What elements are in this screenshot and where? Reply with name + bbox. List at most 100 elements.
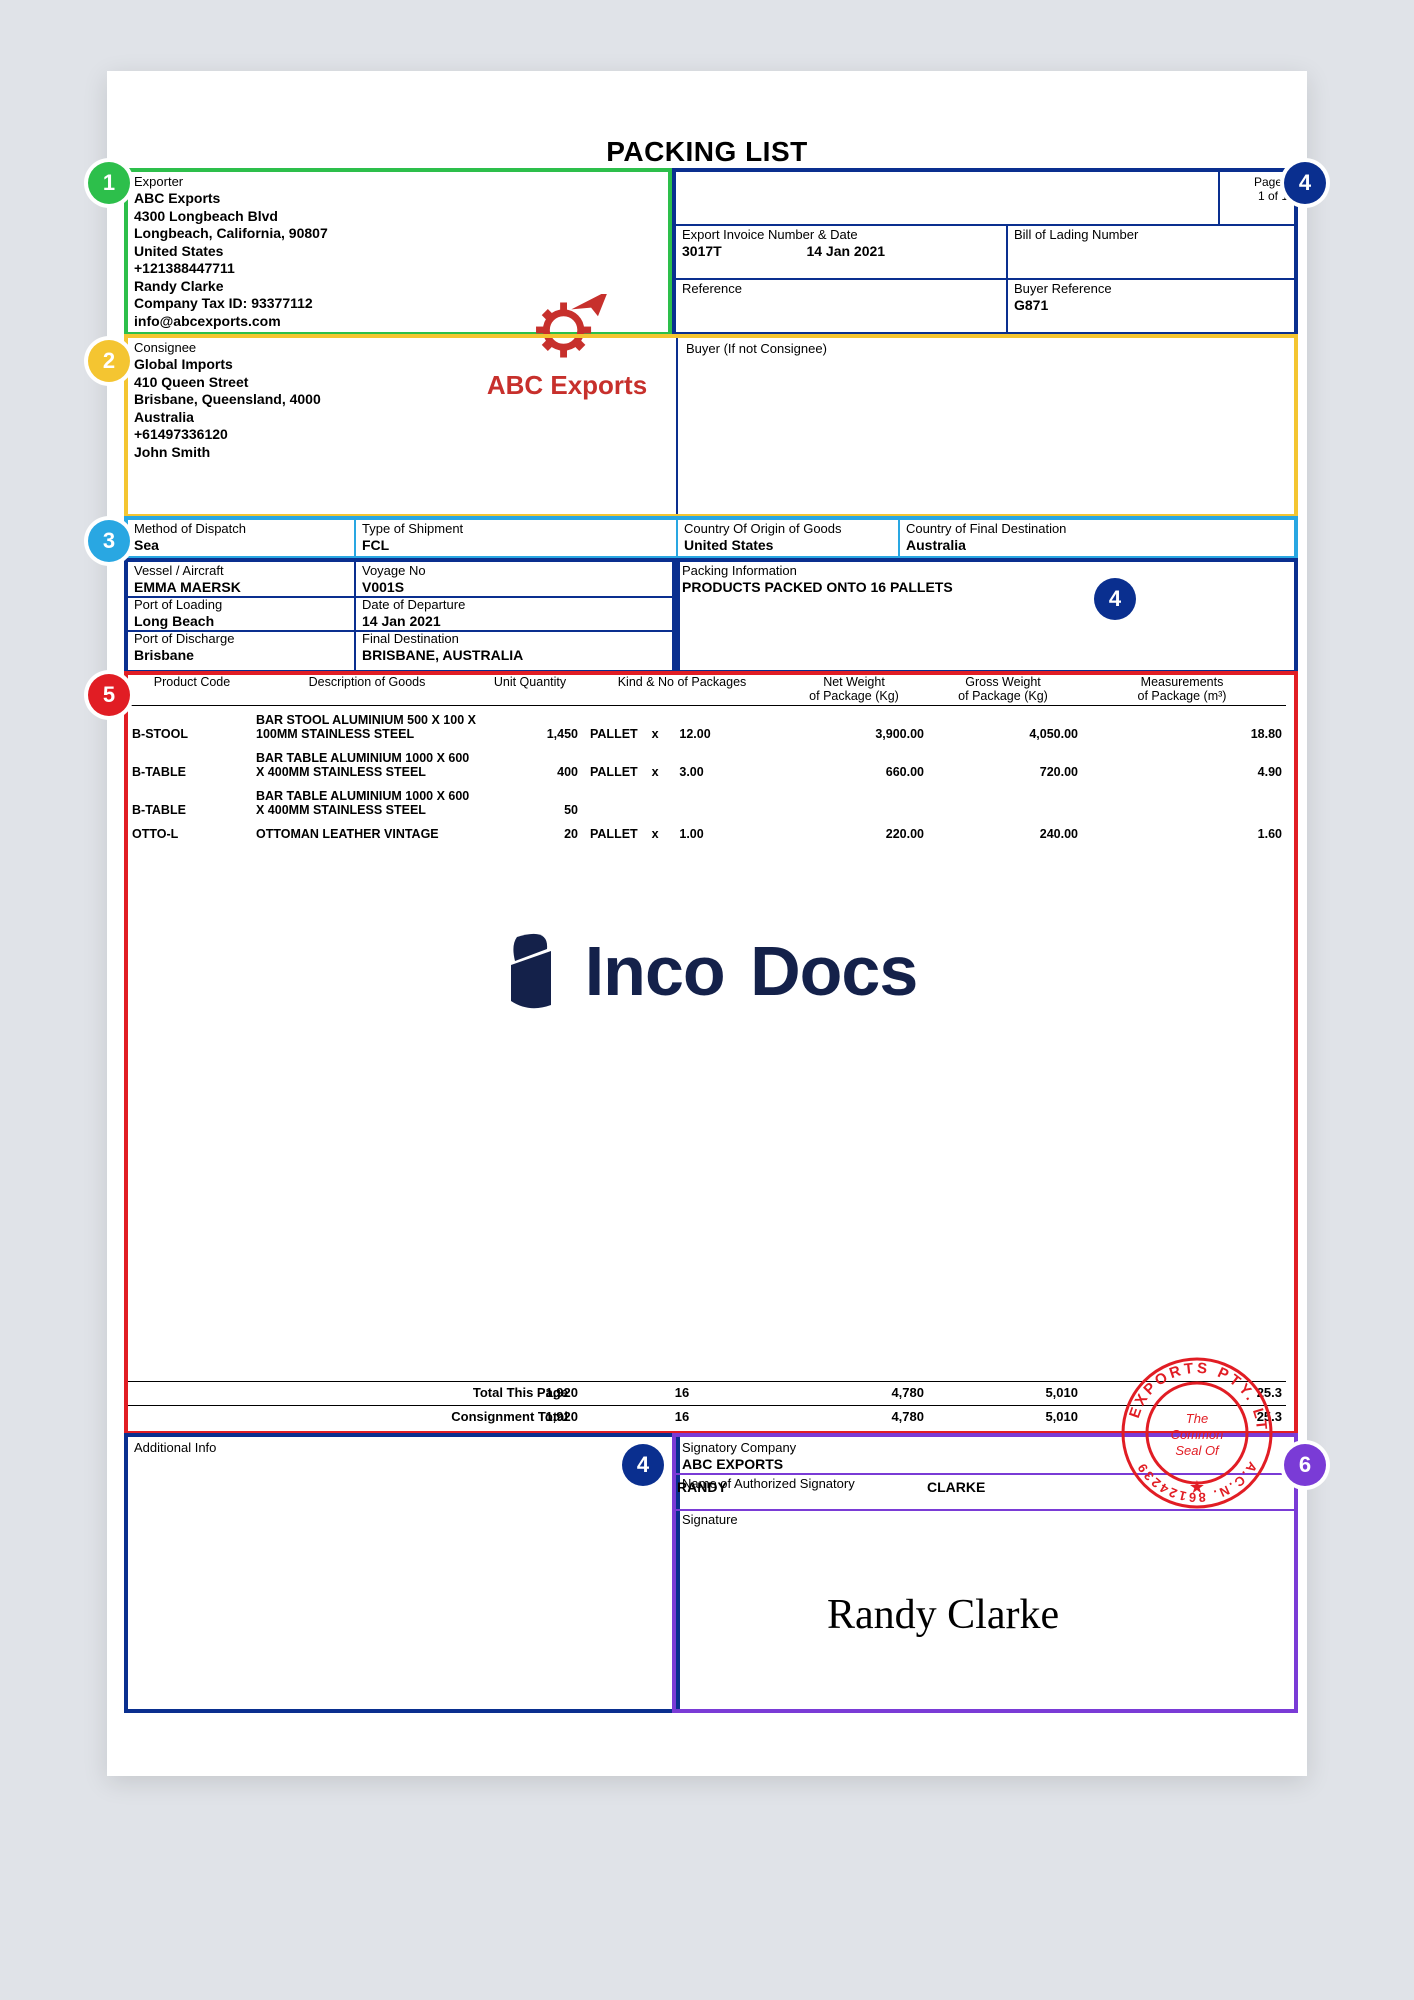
consignee-label: Consignee xyxy=(134,340,321,356)
total-cons-net: 4,780 xyxy=(784,1409,924,1424)
bill-of-lading-label: Bill of Lading Number xyxy=(1014,227,1138,242)
pages-value: 1 of 1 xyxy=(1226,189,1288,203)
invoice-no-label: Export Invoice Number & Date xyxy=(682,227,1000,242)
port-loading-label: Port of Loading xyxy=(134,597,348,612)
watermark-text-1: Inco xyxy=(585,932,725,1010)
incodocs-logo-icon xyxy=(497,931,567,1011)
port-discharge-value: Brisbane xyxy=(134,647,348,663)
packing-info-value: PRODUCTS PACKED ONTO 16 PALLETS xyxy=(682,579,953,595)
invoice-date-value: 14 Jan 2021 xyxy=(806,243,885,259)
additional-info-section: Additional Info xyxy=(124,1433,680,1713)
col-code: Product Code xyxy=(132,676,252,690)
seal-line3: Seal Of xyxy=(1175,1443,1220,1458)
pages-box: Pages 1 of 1 xyxy=(1218,172,1294,224)
exporter-country: United States xyxy=(134,243,328,261)
exporter-phone: +121388447711 xyxy=(134,260,328,278)
signature-script: Randy Clarke xyxy=(827,1591,1059,1639)
badge-4a: 4 xyxy=(1284,162,1326,204)
port-loading-value: Long Beach xyxy=(134,613,348,629)
voyage-section: Vessel / AircraftEMMA MAERSK Voyage NoV0… xyxy=(124,558,680,674)
total-page-packages: 16 xyxy=(584,1385,780,1400)
method-dispatch-value: Sea xyxy=(134,537,348,553)
country-origin-label: Country Of Origin of Goods xyxy=(684,521,890,536)
packing-info-section: Packing InformationPRODUCTS PACKED ONTO … xyxy=(672,558,1298,674)
type-shipment-label: Type of Shipment xyxy=(362,521,668,536)
table-row: B-TABLEBAR TABLE ALUMINIUM 1000 X 600 X … xyxy=(128,749,1286,785)
country-dest-value: Australia xyxy=(906,537,1066,553)
col-net: Net Weightof Package (Kg) xyxy=(784,676,924,704)
total-consignment-row: Consignment Total 1,920 16 4,780 5,010 2… xyxy=(128,1405,1286,1430)
pages-label: Pages xyxy=(1226,175,1288,189)
voyage-no-label: Voyage No xyxy=(362,563,426,578)
consignee-country: Australia xyxy=(134,409,321,427)
exporter-name: ABC Exports xyxy=(134,190,328,208)
sig-company-value: ABC EXPORTS xyxy=(682,1456,796,1472)
svg-text:★: ★ xyxy=(1189,1477,1205,1497)
final-dest-value: BRISBANE, AUSTRALIA xyxy=(362,647,523,663)
buyer-reference-value: G871 xyxy=(1014,297,1112,313)
total-page-gross: 5,010 xyxy=(928,1385,1078,1400)
badge-1: 1 xyxy=(88,162,130,204)
additional-info-label: Additional Info xyxy=(134,1440,216,1455)
country-origin-value: United States xyxy=(684,537,890,553)
company-seal: BC EXPORTS PTY. LTD. A.C.N. 86124239 The… xyxy=(1117,1353,1277,1513)
consignee-buyer-section: Consignee Global Imports 410 Queen Stree… xyxy=(124,334,1298,518)
exporter-section: Exporter ABC Exports 4300 Longbeach Blvd… xyxy=(124,168,672,336)
col-gross: Gross Weightof Package (Kg) xyxy=(928,676,1078,704)
consignee-phone: +61497336120 xyxy=(134,426,321,444)
country-dest-label: Country of Final Destination xyxy=(906,521,1066,536)
consignee-block: Consignee Global Imports 410 Queen Stree… xyxy=(134,340,321,461)
exporter-block: Exporter ABC Exports 4300 Longbeach Blvd… xyxy=(134,174,328,330)
sig-lastname: CLARKE xyxy=(927,1479,1047,1495)
method-dispatch-label: Method of Dispatch xyxy=(134,521,348,536)
exporter-label: Exporter xyxy=(134,174,328,190)
sig-company-label: Signatory Company xyxy=(682,1440,796,1455)
exporter-email: info@abcexports.com xyxy=(134,313,328,331)
reference-label: Reference xyxy=(682,281,1000,296)
final-dest-label: Final Destination xyxy=(362,631,523,646)
total-cons-gross: 5,010 xyxy=(928,1409,1078,1424)
consignee-name: Global Imports xyxy=(134,356,321,374)
col-desc: Description of Goods xyxy=(256,676,478,690)
consignee-addr1: 410 Queen Street xyxy=(134,374,321,392)
date-departure-value: 14 Jan 2021 xyxy=(362,613,465,629)
badge-3: 3 xyxy=(88,520,130,562)
exporter-taxid: Company Tax ID: 93377112 xyxy=(134,295,328,313)
exporter-contact: Randy Clarke xyxy=(134,278,328,296)
sig-signature-label: Signature xyxy=(682,1512,738,1527)
buyer-label: Buyer (If not Consignee) xyxy=(686,341,827,356)
consignee-addr2: Brisbane, Queensland, 4000 xyxy=(134,391,321,409)
invoice-meta-section: Pages 1 of 1 Export Invoice Number & Dat… xyxy=(672,168,1298,336)
page-title: PACKING LIST xyxy=(107,136,1307,168)
col-meas: Measurementsof Package (m³) xyxy=(1082,676,1282,704)
seal-line2: Common xyxy=(1171,1427,1224,1442)
items-header: Product Code Description of Goods Unit Q… xyxy=(128,675,1286,706)
table-row: B-STOOLBAR STOOL ALUMINIUM 500 X 100 X 1… xyxy=(128,711,1286,747)
table-row: OTTO-LOTTOMAN LEATHER VINTAGE20PALLET x … xyxy=(128,825,1286,861)
badge-6: 6 xyxy=(1284,1444,1326,1486)
invoice-no-value: 3017T xyxy=(682,243,802,259)
col-qty: Unit Quantity xyxy=(482,676,578,690)
port-discharge-label: Port of Discharge xyxy=(134,631,348,646)
watermark: Inco Docs xyxy=(107,931,1307,1016)
badge-4c: 4 xyxy=(622,1444,664,1486)
type-shipment-value: FCL xyxy=(362,537,668,553)
sig-firstname: RANDY xyxy=(677,1479,777,1495)
total-page-qty: 1,920 xyxy=(482,1385,578,1400)
total-page-net: 4,780 xyxy=(784,1385,924,1400)
total-cons-packages: 16 xyxy=(584,1409,780,1424)
badge-4b: 4 xyxy=(1094,578,1136,620)
voyage-no-value: V001S xyxy=(362,579,426,595)
packing-info-label: Packing Information xyxy=(682,563,953,578)
total-page-row: Total This Page 1,920 16 4,780 5,010 25.… xyxy=(128,1381,1286,1406)
total-cons-qty: 1,920 xyxy=(482,1409,578,1424)
col-kind: Kind & No of Packages xyxy=(584,676,780,690)
packing-list-page: PACKING LIST Exporter ABC Exports 4300 L… xyxy=(107,71,1307,1776)
seal-line1: The xyxy=(1186,1411,1208,1426)
consignee-contact: John Smith xyxy=(134,444,321,462)
exporter-addr2: Longbeach, California, 90807 xyxy=(134,225,328,243)
watermark-text-2: Docs xyxy=(750,932,917,1010)
table-row: B-TABLEBAR TABLE ALUMINIUM 1000 X 600 X … xyxy=(128,787,1286,823)
buyer-reference-label: Buyer Reference xyxy=(1014,281,1112,296)
date-departure-label: Date of Departure xyxy=(362,597,465,612)
